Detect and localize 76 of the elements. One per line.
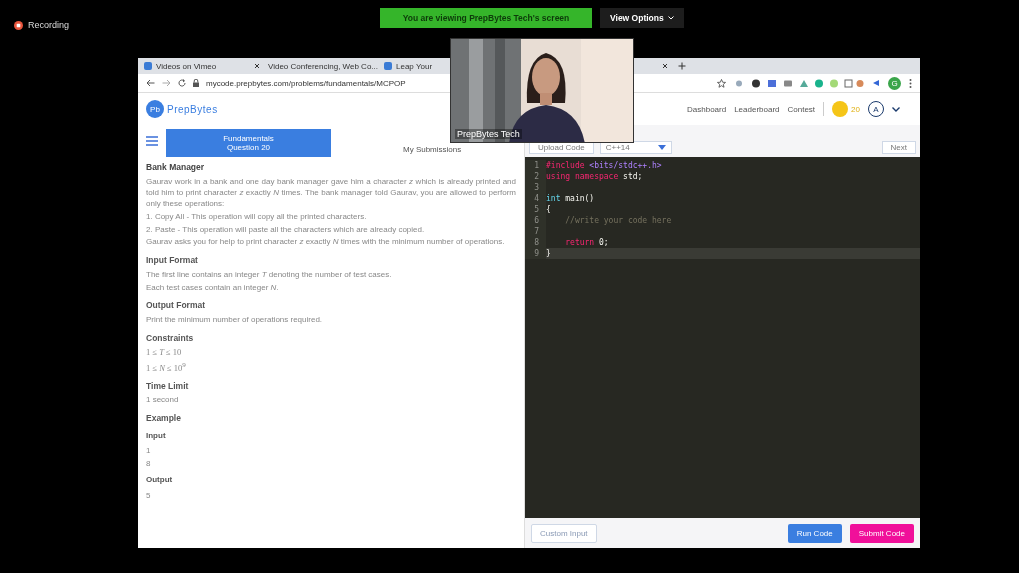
extension-icons-drawing[interactable] [734, 78, 864, 88]
share-icon[interactable] [872, 79, 880, 87]
new-tab-icon[interactable] [678, 62, 686, 70]
browser-tab[interactable]: Videos on Vimeo [144, 61, 260, 71]
coin-icon [832, 101, 849, 117]
problem-text: Gaurav asks you for help to print character z exactly N times with the minimum number of operations. [146, 237, 506, 249]
problem-text: 8 [146, 459, 152, 470]
chevron-icon[interactable] [892, 106, 900, 112]
menu-icon[interactable] [146, 136, 158, 146]
problem-tab[interactable]: Fundamentals Question 20 [166, 129, 331, 157]
back-icon[interactable] [146, 79, 155, 87]
line-number: 5 [525, 204, 546, 215]
nav-link[interactable]: Dashboard [687, 104, 727, 114]
line-number: 9 [525, 248, 546, 259]
logo[interactable]: Pb [146, 100, 164, 118]
coin-count: 20 [851, 104, 860, 114]
line-number: 8 [525, 237, 546, 248]
problem-text: Print the minimum number of operations required. [146, 314, 324, 326]
line-number: 4 [525, 193, 546, 204]
browser-tab[interactable]: Video Conferencing, Web Co... [264, 61, 380, 71]
action-button[interactable]: Submit Code [849, 523, 914, 543]
line-number: 3 [525, 182, 546, 193]
close-icon[interactable] [254, 63, 260, 69]
code-editor[interactable]: 1 #include <bits/stdc++.h> 2 using namespace std; 3 4 int main() 5 { 6 //write your code here 7 8 return 0; 9 } [525, 157, 920, 518]
line-number: 6 [525, 215, 546, 226]
favicon-icon [144, 62, 152, 70]
line-number: 7 [525, 226, 546, 237]
problem-text: The first line contains an integer T denoting the number of test cases. [146, 269, 393, 281]
lock-icon [193, 79, 199, 87]
code-line: //write your code here [564, 216, 672, 225]
code-line: { [546, 205, 551, 214]
section-heading: Output Format [146, 300, 207, 312]
dropdown-icon [657, 145, 666, 150]
chevron-icon [667, 16, 674, 20]
brand-name[interactable]: PrepBytes [167, 103, 218, 115]
problem-text: 1. Copy All - This operation will copy all the printed characters. [146, 211, 368, 223]
problem-title: Bank Manager [146, 162, 206, 174]
participant-name: PrepBytes Tech [455, 129, 522, 139]
code-line: using namespace std; [546, 172, 643, 181]
constraint-text: 1 ≤ T ≤ 10 [146, 347, 183, 359]
line-number: 2 [525, 171, 546, 182]
more-icon[interactable] [909, 78, 912, 88]
action-button[interactable]: Run Code [787, 523, 842, 543]
nav-link[interactable]: Contest [787, 104, 816, 114]
screen-share-banner: You are viewing PrepBytes Tech's screen [380, 8, 592, 28]
nav-link[interactable]: Leaderboard [734, 104, 780, 114]
code-line: int main() [546, 194, 595, 203]
problem-paragraph: Gaurav work in a bank and one day bank manager gave him a character z which is already printed and told him to print character z exactly N times. The bank manager told Gaurav, you are allowed to perform only these operations: [146, 177, 516, 210]
problem-text: 5 [146, 490, 152, 502]
problem-text: 1 [146, 446, 152, 458]
problem-tab[interactable]: My Submissions [403, 143, 462, 155]
problem-text: Each test cases contain an integer N. [146, 282, 280, 294]
language-dropdown[interactable]: C++14 [599, 141, 672, 154]
section-heading: Input Format [146, 255, 199, 267]
problem-text: 2. Paste - This operation will paste all the characters which are already copied. [146, 224, 426, 236]
close-icon[interactable] [662, 63, 668, 69]
view-options-button[interactable]: View Options [600, 8, 684, 28]
recording-label: Recording [28, 20, 70, 30]
section-heading: Constraints [146, 332, 195, 345]
favicon-icon [384, 62, 392, 70]
code-line: return 0; [564, 238, 609, 247]
constraint-text: 1 ≤ N ≤ 10$^{9}$ [146, 360, 187, 374]
star-icon[interactable] [717, 78, 726, 88]
code-line: } [546, 249, 551, 258]
section-heading: Example [146, 413, 182, 425]
reload-icon[interactable] [178, 79, 186, 87]
problem-text: 1 second [146, 395, 180, 407]
next-button[interactable]: Next [881, 141, 916, 154]
code-line: #include <bits/stdc++.h> [546, 161, 662, 170]
line-number: 1 [525, 160, 546, 171]
url-field[interactable]: mycode.prepbytes.com/problems/fundamentals/MCPOP [206, 78, 406, 88]
recording-icon [14, 20, 23, 30]
example-label: Output [146, 474, 174, 486]
section-heading: Time Limit [146, 380, 190, 393]
example-label: Input [146, 430, 167, 442]
browser-tab[interactable]: Leap Your [384, 61, 433, 71]
